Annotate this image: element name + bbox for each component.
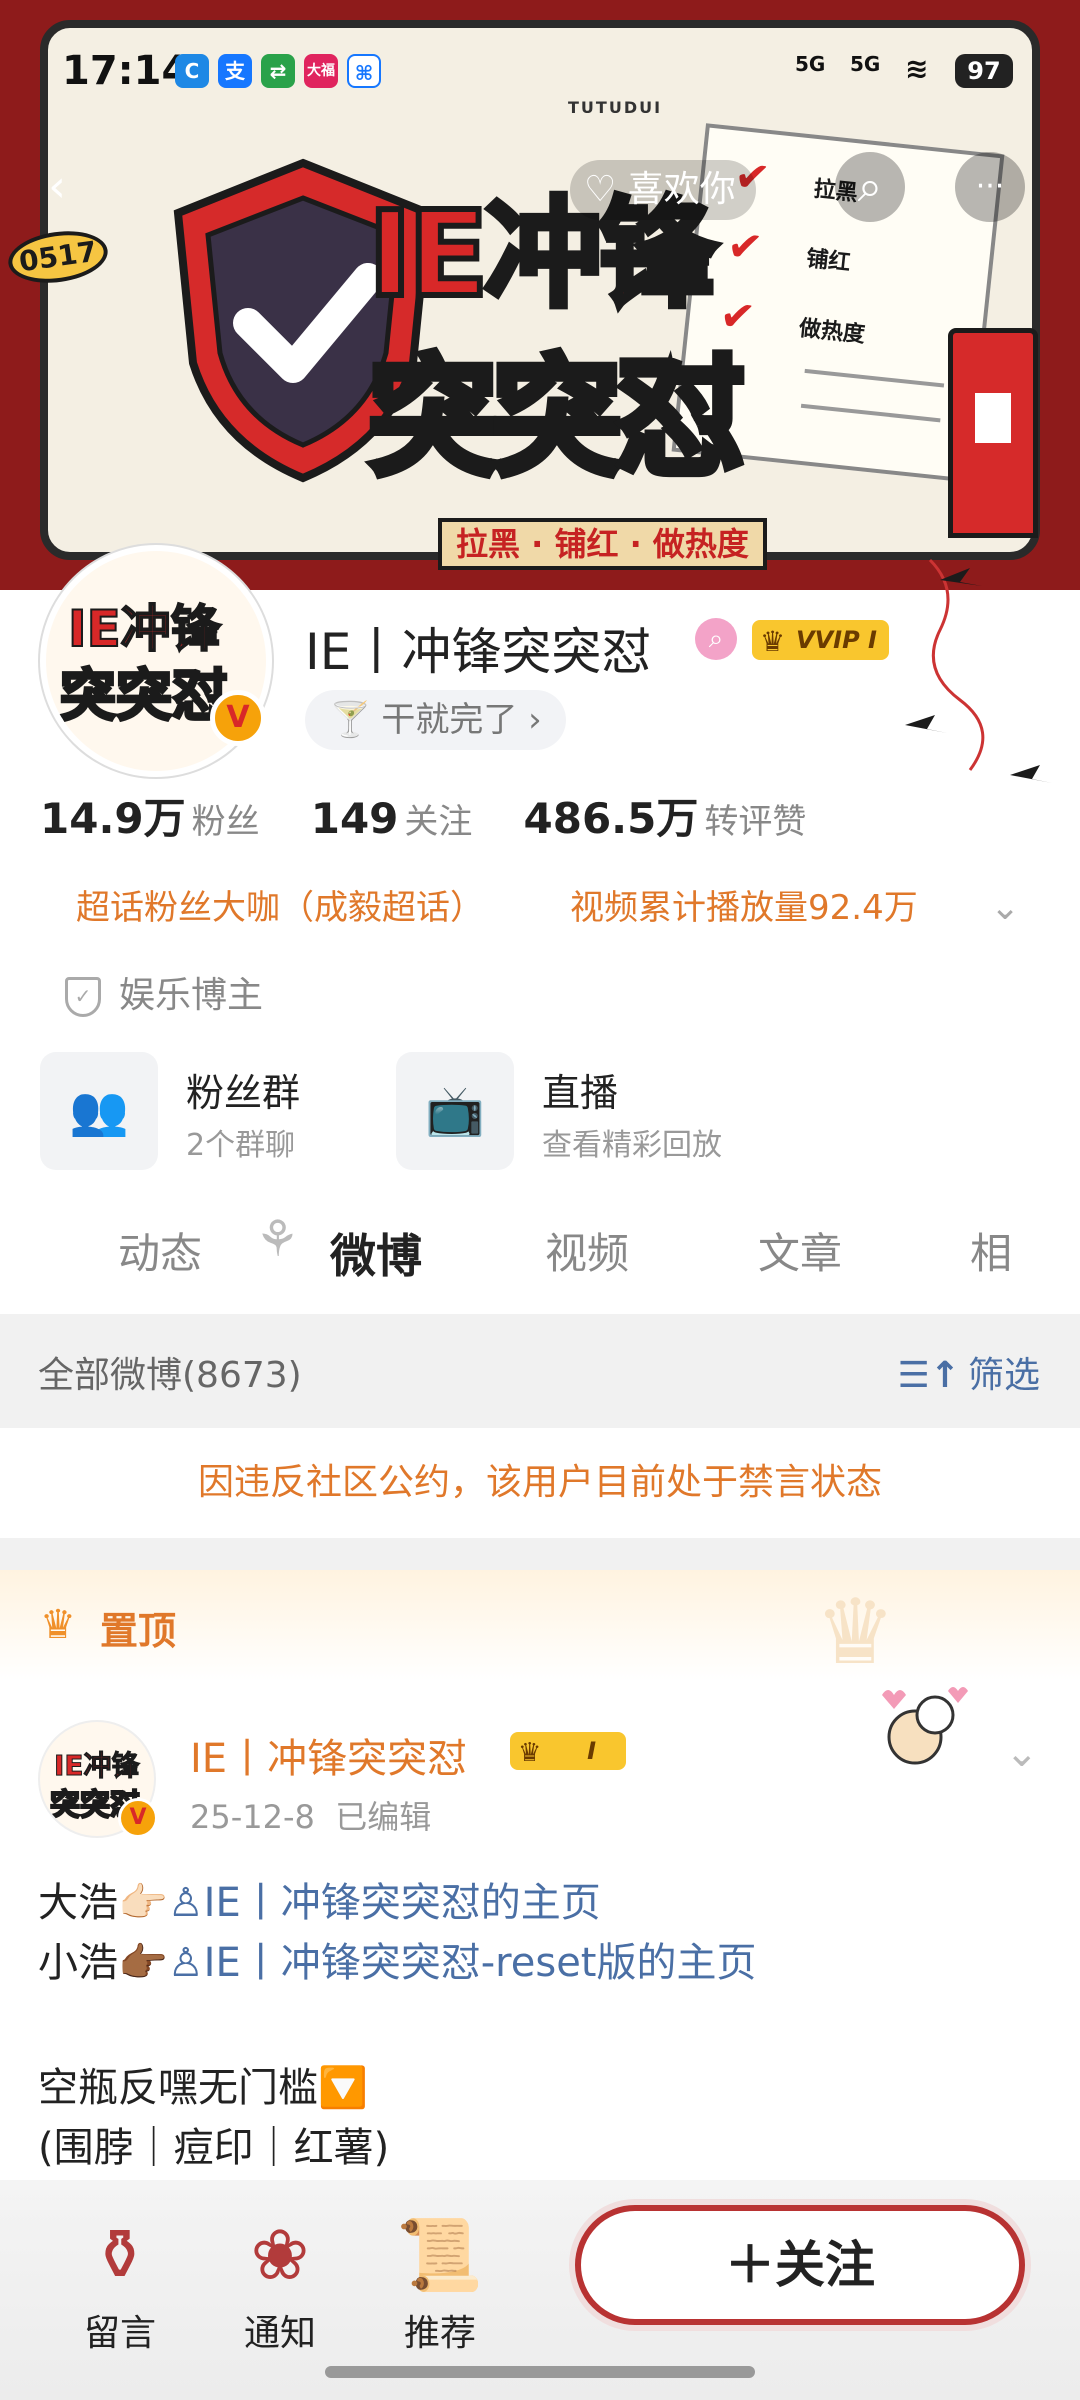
banner-subtitle: 拉黑 · 铺红 · 做热度 bbox=[438, 518, 767, 570]
back-button[interactable]: ‹ bbox=[22, 152, 92, 222]
pinned-header: ♛ 置顶 ♛ bbox=[0, 1570, 1080, 1685]
tab-dynamics[interactable]: 动态 bbox=[118, 1220, 202, 1281]
ban-notice: 因违反社区公约，该用户目前处于禁言状态 bbox=[197, 1462, 882, 1503]
cocktail-icon: 🍸 bbox=[329, 700, 372, 740]
banner-artwork: TUTUDUI ✔ 拉黑 ✔ 铺红 ✔ 做热度 IE冲锋 突突怼 拉黑 · 铺红… bbox=[40, 20, 1040, 570]
app-notification-icon: C bbox=[175, 54, 209, 88]
vip-badge[interactable]: ♛ I bbox=[510, 1732, 626, 1770]
profile-link[interactable]: ♙IE丨冲锋突突怼的主页 bbox=[168, 1880, 601, 1926]
plum-blossom-icon: ❀ bbox=[250, 2214, 310, 2296]
super-topic-icon[interactable]: ⌕ bbox=[695, 618, 737, 660]
banner-title-line2: 突突怼 bbox=[364, 339, 749, 498]
chevron-down-icon[interactable]: ⌄ bbox=[1005, 1730, 1039, 1776]
search-button[interactable]: ⌕ bbox=[835, 152, 905, 222]
vvip-badge[interactable]: ♛ VVIP I bbox=[752, 620, 889, 660]
comment-button[interactable]: ⚱ 留言 bbox=[55, 2200, 185, 2356]
shield-icon: ✓ bbox=[65, 977, 101, 1017]
crane-decoration-icon: ⚘ bbox=[255, 1210, 300, 1268]
tab-weibo[interactable]: 微博 bbox=[330, 1220, 422, 1286]
signal-5g-icon: 5G bbox=[795, 52, 826, 76]
honor-badge[interactable]: 超话粉丝大咖（成毅超话） bbox=[76, 880, 484, 936]
wifi-icon: ≋ bbox=[905, 52, 929, 85]
post-text-line: 空瓶反嘿无门槛🔽 bbox=[38, 2065, 368, 2111]
live-card[interactable]: 📺 直播 查看精彩回放 bbox=[396, 1052, 796, 1172]
tmall-icon: 大福 bbox=[304, 54, 338, 88]
banner-brand: TUTUDUI bbox=[568, 98, 663, 117]
user-icon: ♙ bbox=[167, 1940, 204, 1986]
all-weibo-count[interactable]: 全部微博(8673) bbox=[38, 1346, 302, 1398]
fan-group-card[interactable]: 👥 粉丝群 2个群聊 bbox=[40, 1052, 370, 1172]
user-icon: ♙ bbox=[167, 1880, 204, 1926]
filter-button[interactable]: ☰↑ 筛选 bbox=[898, 1346, 1040, 1398]
app-notification-icon: ⇄ bbox=[261, 54, 295, 88]
post-text-line: 小浩👉🏾♙IE丨冲锋突突怼-reset版的主页 bbox=[38, 1940, 757, 1986]
alipay-icon: 支 bbox=[218, 54, 252, 88]
honor-badge[interactable]: 视频累计播放量92.4万 bbox=[570, 880, 918, 936]
post-author-name[interactable]: IE丨冲锋突突怼 bbox=[190, 1726, 467, 1784]
recommend-button[interactable]: 📜 推荐 bbox=[375, 2200, 505, 2356]
checklist-item: 做热度 bbox=[797, 316, 867, 348]
vase-icon: ⚱ bbox=[90, 2214, 150, 2296]
heart-icon: ♡ bbox=[584, 169, 628, 210]
battery-icon: 97 bbox=[955, 54, 1013, 88]
pinned-label: 置顶 bbox=[100, 1609, 177, 1653]
crown-icon: ♛ bbox=[760, 625, 786, 658]
post-text-line: 大浩👉🏻♙IE丨冲锋突突怼的主页 bbox=[38, 1880, 601, 1926]
signal-5g-icon: 5G bbox=[850, 52, 881, 76]
following-stat[interactable]: 149 关注 bbox=[311, 794, 519, 843]
more-button[interactable]: ··· bbox=[955, 152, 1025, 222]
tab-video[interactable]: 视频 bbox=[545, 1220, 629, 1281]
home-indicator[interactable] bbox=[325, 2366, 755, 2378]
crown-icon: ♛ bbox=[40, 1602, 76, 1648]
honor-row: 超话粉丝大咖（成毅超话） 视频累计播放量92.4万 ⌄ bbox=[40, 880, 1040, 936]
status-bar: 17:14 C 支 ⇄ 大福 ⌘ 5G 5G ≋ 97 bbox=[0, 40, 1080, 100]
tab-album[interactable]: 相 bbox=[970, 1220, 1010, 1281]
chevron-down-icon[interactable]: ⌄ bbox=[990, 880, 1020, 936]
notify-button[interactable]: ❀ 通知 bbox=[215, 2200, 345, 2356]
divider bbox=[0, 1538, 1080, 1570]
interactions-stat[interactable]: 486.5万 转评赞 bbox=[524, 794, 853, 843]
profile-name: IE丨冲锋突突怼 bbox=[305, 623, 652, 681]
post-text-line: (围脖｜痘印｜红薯) bbox=[38, 2125, 390, 2171]
group-icon: 👥 bbox=[40, 1052, 158, 1170]
profile-stats: 14.9万 粉丝 149 关注 486.5万 转评赞 bbox=[40, 785, 852, 845]
post-meta: 25-12-8 已编辑 bbox=[190, 1798, 432, 1836]
cat-sticker-icon bbox=[882, 1687, 968, 1765]
crown-icon: ♛ bbox=[518, 1738, 542, 1768]
swallow-decoration-icon bbox=[905, 558, 1052, 783]
feed-header: 全部微博(8673) ☰↑ 筛选 bbox=[0, 1314, 1080, 1428]
status-time: 17:14 bbox=[62, 48, 190, 94]
chevron-right-icon: › bbox=[517, 700, 542, 740]
creator-tag[interactable]: ✓ 娱乐博主 bbox=[65, 968, 263, 1024]
tab-articles[interactable]: 文章 bbox=[758, 1220, 842, 1281]
like-button[interactable]: ♡ 喜欢你 bbox=[570, 160, 756, 220]
followers-stat[interactable]: 14.9万 粉丝 bbox=[40, 794, 306, 843]
mailbox-icon bbox=[948, 328, 1038, 538]
follow-button[interactable]: ＋关注 bbox=[575, 2205, 1025, 2325]
filter-icon: ☰↑ bbox=[897, 1355, 960, 1396]
profile-link[interactable]: ♙IE丨冲锋突突怼-reset版的主页 bbox=[168, 1940, 757, 1986]
checklist-item: 铺红 bbox=[805, 246, 852, 276]
scroll-icon: 📜 bbox=[396, 2214, 484, 2296]
verified-badge-icon: V bbox=[118, 1798, 158, 1838]
profile-tabs: 动态 ⚘ 微博 视频 文章 相 bbox=[0, 1200, 1080, 1310]
app-notification-icon: ⌘ bbox=[347, 54, 381, 88]
tv-icon: 📺 bbox=[396, 1052, 514, 1170]
verified-badge-icon: V bbox=[210, 690, 266, 746]
crown-decoration-icon: ♛ bbox=[815, 1580, 896, 1685]
status-pill[interactable]: 🍸 干就完了 › bbox=[305, 690, 566, 750]
